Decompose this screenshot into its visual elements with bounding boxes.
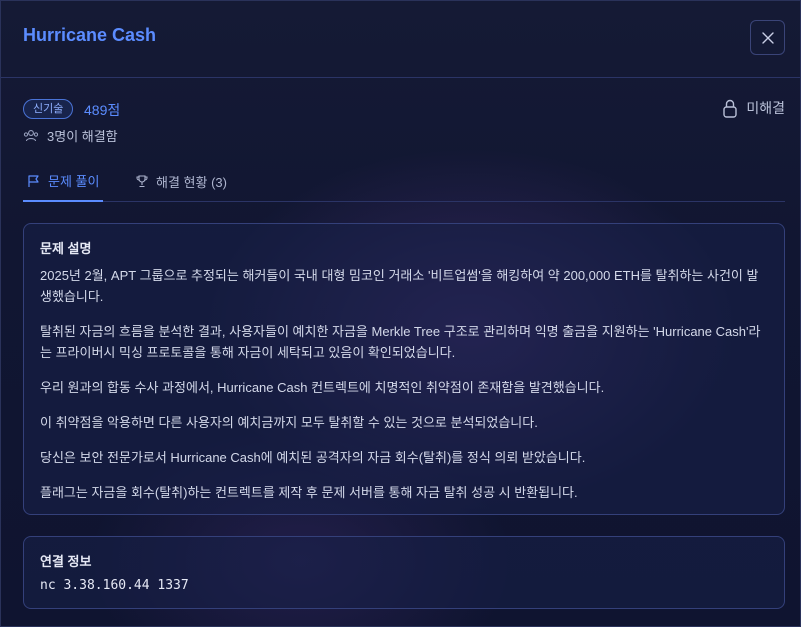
tab-bar: 문제 풀이 해결 현황 (3) [23,169,785,202]
solve-status: 미해결 [722,98,785,118]
tab-solve-status-label: 해결 현황 (3) [156,174,227,190]
description-paragraph: 플래그는 자금을 회수(탈취)하는 컨트렉트를 제작 후 문제 서버를 통해 자… [40,485,578,500]
connection-card: 연결 정보 nc 3.38.160.44 1337 [23,536,785,609]
close-icon [761,31,774,44]
close-button[interactable] [750,20,785,55]
connection-command[interactable]: nc 3.38.160.44 1337 [40,578,768,593]
description-paragraph: 우리 원과의 합동 수사 과정에서, Hurricane Cash 컨트렉트에 … [40,380,605,395]
description-paragraph: 탈취된 자금의 흐름을 분석한 결과, 사용자들이 예치한 자금을 Merkle… [40,324,761,360]
tab-solve[interactable]: 문제 풀이 [23,169,104,202]
category-badge: 신기술 [23,99,74,119]
description-title: 문제 설명 [40,241,92,256]
tab-solve-status[interactable]: 해결 현황 (3) [135,169,227,201]
modal-header: Hurricane Cash [1,1,800,78]
solved-count-row: 3명이 해결함 [23,126,118,145]
solved-count-text: 3명이 해결함 [47,129,118,144]
points-value: 489점 [84,102,121,118]
solve-status-text: 미해결 [746,100,785,116]
description-paragraph: 당신은 보안 전문가로서 Hurricane Cash에 예치된 공격자의 자금… [40,450,586,465]
lock-icon [723,99,738,118]
description-paragraph: 이 취약점을 악용하면 다른 사용자의 예치금까지 모두 탈취할 수 있는 것으… [40,415,538,430]
flag-icon [28,174,39,187]
connection-title: 연결 정보 [40,554,92,569]
challenge-modal: Hurricane Cash 신기술 489점 3명이 해결함 미해결 문제 풀… [0,0,801,627]
modal-title: Hurricane Cash [23,25,157,45]
tab-solve-label: 문제 풀이 [48,174,100,189]
users-icon [23,129,39,141]
trophy-icon [136,175,148,188]
description-card: 문제 설명 2025년 2월, APT 그룹으로 추정되는 해커들이 국내 대형… [23,223,785,515]
description-paragraph: 2025년 2월, APT 그룹으로 추정되는 해커들이 국내 대형 밈코인 거… [40,268,759,304]
challenge-meta: 신기술 489점 3명이 해결함 미해결 [23,98,785,148]
